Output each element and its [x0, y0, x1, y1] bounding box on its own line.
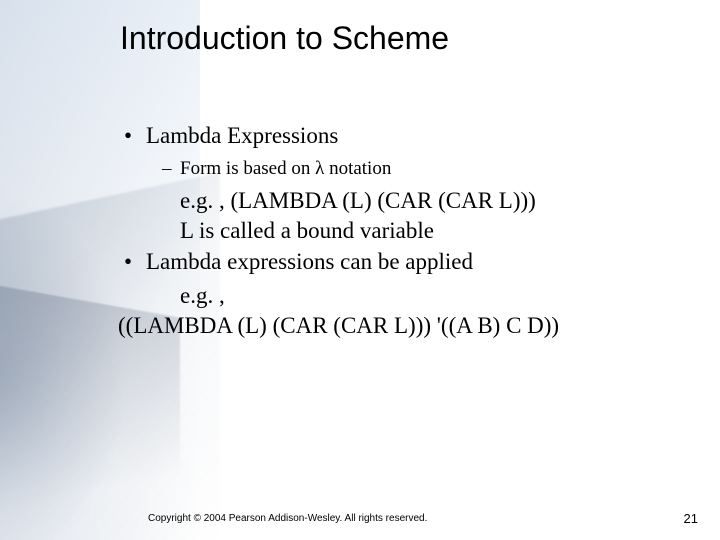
text-expression-2: ((LAMBDA (L) (CAR (CAR L))) '((A B) C D)…	[118, 312, 680, 340]
slide-title: Introduction to Scheme	[120, 20, 449, 57]
bullet-lambda-expressions: Lambda Expressions	[118, 122, 680, 151]
slide: Introduction to Scheme Lambda Expression…	[0, 0, 720, 540]
subbullet-form-notation: Form is based on λ notation	[118, 157, 680, 182]
text-example-1: e.g. , (LAMBDA (L) (CAR (CAR L)))	[118, 187, 680, 215]
text-bound-variable: L is called a bound variable	[118, 217, 680, 245]
text-eg2: e.g. ,	[118, 282, 680, 310]
copyright-text: Copyright © 2004 Pearson Addison-Wesley.…	[148, 513, 427, 524]
slide-body: Lambda Expressions Form is based on λ no…	[118, 122, 680, 340]
page-number: 21	[684, 511, 698, 526]
bullet-applied: Lambda expressions can be applied	[118, 248, 680, 277]
